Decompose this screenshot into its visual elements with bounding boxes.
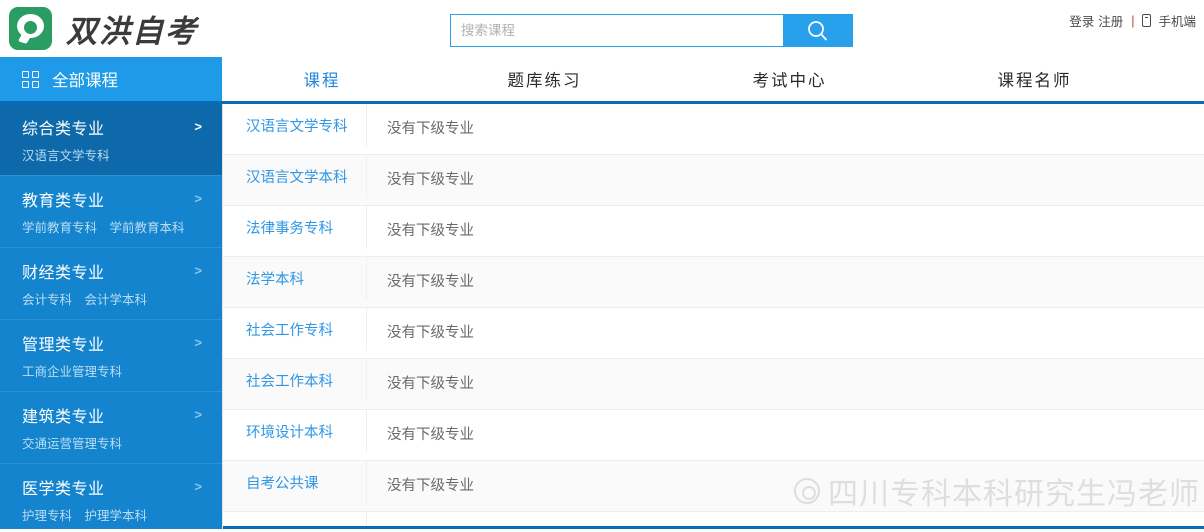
register-link[interactable]: 注册 [1098,11,1123,30]
sidebar-item-subs: 工商企业管理专科 [22,361,222,380]
sidebar-sub-link[interactable]: 工商企业管理专科 [22,365,122,379]
no-sub-text: 没有下级专业 [387,121,474,137]
major-link[interactable]: 环境设计本科 [223,410,367,453]
main-navigation: 全部课程 课程 题库练习 考试中心 课程名师 [0,57,1204,104]
sidebar-sub-link[interactable]: 汉语言文学专科 [22,149,110,163]
all-courses-button[interactable]: 全部课程 [0,57,222,101]
chevron-right-icon: > [194,119,202,134]
sidebar-sub-link[interactable]: 护理学本科 [85,509,148,523]
search-button[interactable] [783,14,853,47]
sidebar-item-subs: 护理专科 护理学本科 [22,505,222,524]
all-courses-label: 全部课程 [52,72,118,90]
sub-major-list: 没有下级专业 [367,359,1204,409]
search-input[interactable] [450,14,783,47]
sub-major-list: 没有下级专业 [367,155,1204,205]
table-row: 汉语言文学本科 没有下级专业 [223,155,1204,206]
sidebar-item-education[interactable]: 教育类专业 学前教育专科 学前教育本科 > [0,176,222,248]
table-row: 法学本科 没有下级专业 [223,257,1204,308]
phone-icon [1142,14,1152,27]
sidebar-sub-link[interactable]: 护理专科 [22,509,72,523]
major-link[interactable]: 法学本科 [223,257,367,300]
speech-bubble-icon [9,7,52,50]
nav-item-exam-center[interactable]: 考试中心 [667,67,912,91]
major-list-panel: 汉语言文学专科 没有下级专业 汉语言文学本科 没有下级专业 法律事务专科 没有下… [222,104,1204,529]
no-sub-text: 没有下级专业 [387,172,474,188]
no-sub-text: 没有下级专业 [387,325,474,341]
sidebar-sub-link[interactable]: 交通运营管理专科 [22,437,122,451]
major-link[interactable]: 自考公共课 [223,461,367,504]
chevron-right-icon: > [194,191,202,206]
grid-icon [22,70,39,88]
table-row: 社会工作专科 没有下级专业 [223,308,1204,359]
sidebar-item-title: 医学类专业 [22,481,105,498]
sub-major-list: 没有下级专业 [367,410,1204,460]
sidebar-item-medical[interactable]: 医学类专业 护理专科 护理学本科 > [0,464,222,529]
sub-major-list: 没有下级专业 [367,104,1204,154]
brand-name: 双洪自考 [66,14,198,50]
sidebar-item-title: 建筑类专业 [22,409,105,426]
search-icon [808,20,827,40]
sub-major-list: 没有下级专业 [367,461,1204,511]
sidebar-sub-link[interactable]: 会计专科 [22,293,72,307]
no-sub-text: 没有下级专业 [387,376,474,392]
nav-menu: 课程 题库练习 考试中心 课程名师 [222,57,1204,101]
sidebar-sub-link[interactable]: 学前教育专科 [22,221,97,235]
sidebar-item-title: 财经类专业 [22,265,105,282]
sidebar-item-title: 教育类专业 [22,193,105,210]
table-row: 法律事务专科 没有下级专业 [223,206,1204,257]
top-header: 双洪自考 登录 注册 | 手机端 [0,0,1204,57]
sidebar-item-subs: 汉语言文学专科 [22,145,222,164]
sub-major-list: 没有下级专业 [367,308,1204,358]
nav-item-courses[interactable]: 课程 [222,67,422,91]
account-separator: | [1131,13,1135,28]
account-links: 登录 注册 | 手机端 [1069,11,1196,30]
table-row: 社会工作本科 没有下级专业 [223,359,1204,410]
major-link[interactable]: 汉语言文学本科 [223,155,367,198]
sidebar-item-finance[interactable]: 财经类专业 会计专科 会计学本科 > [0,248,222,320]
sidebar-item-comprehensive[interactable]: 综合类专业 汉语言文学专科 > [0,104,222,176]
search-bar [450,14,853,47]
login-link[interactable]: 登录 [1069,11,1094,30]
table-row: 环境设计本科 没有下级专业 [223,410,1204,461]
sidebar-item-architecture[interactable]: 建筑类专业 交通运营管理专科 > [0,392,222,464]
nav-item-teachers[interactable]: 课程名师 [912,67,1157,91]
mobile-link[interactable]: 手机端 [1158,11,1196,30]
table-row: 自考公共课 没有下级专业 [223,461,1204,512]
sidebar-item-subs: 交通运营管理专科 [22,433,222,452]
body-area: 综合类专业 汉语言文学专科 > 教育类专业 学前教育专科 学前教育本科 > 财经… [0,104,1204,529]
sidebar-sub-link[interactable]: 学前教育本科 [110,221,185,235]
category-sidebar: 综合类专业 汉语言文学专科 > 教育类专业 学前教育专科 学前教育本科 > 财经… [0,104,222,529]
major-link[interactable]: 汉语言文学专科 [223,104,367,147]
major-link[interactable]: 社会工作专科 [223,308,367,351]
nav-item-question-bank[interactable]: 题库练习 [422,67,667,91]
bottom-rule [223,526,1204,529]
sidebar-item-title: 管理类专业 [22,337,105,354]
major-link[interactable]: 社会工作本科 [223,359,367,402]
chevron-right-icon: > [194,407,202,422]
sidebar-item-management[interactable]: 管理类专业 工商企业管理专科 > [0,320,222,392]
no-sub-text: 没有下级专业 [387,223,474,239]
chevron-right-icon: > [194,263,202,278]
sidebar-sub-link[interactable]: 会计学本科 [85,293,148,307]
table-row: 汉语言文学专科 没有下级专业 [223,104,1204,155]
sub-major-list: 没有下级专业 [367,257,1204,307]
chevron-right-icon: > [194,335,202,350]
chevron-right-icon: > [194,479,202,494]
no-sub-text: 没有下级专业 [387,478,474,494]
sub-major-list: 没有下级专业 [367,206,1204,256]
sidebar-item-title: 综合类专业 [22,121,105,138]
sidebar-item-subs: 学前教育专科 学前教育本科 [22,217,222,236]
brand-logo[interactable]: 双洪自考 [9,6,198,51]
major-link[interactable]: 法律事务专科 [223,206,367,249]
no-sub-text: 没有下级专业 [387,427,474,443]
no-sub-text: 没有下级专业 [387,274,474,290]
sidebar-item-subs: 会计专科 会计学本科 [22,289,222,308]
